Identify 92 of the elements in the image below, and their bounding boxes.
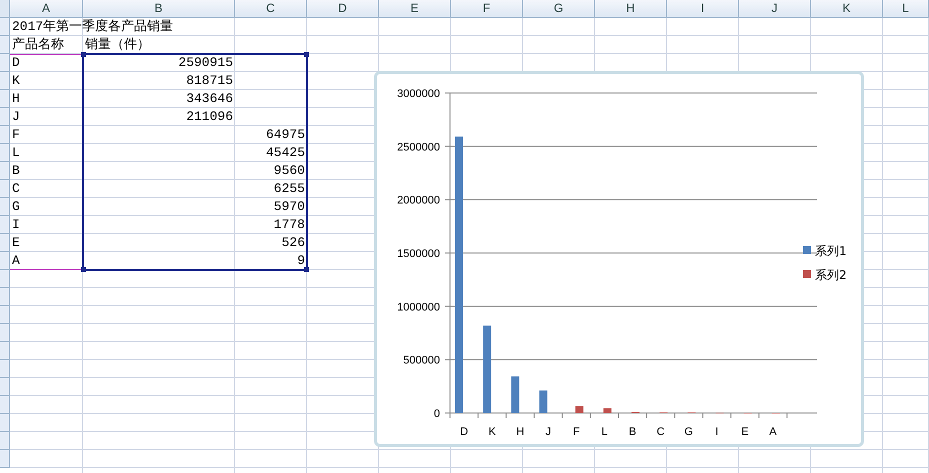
x-tick-label: D [460, 426, 468, 438]
bar [511, 376, 520, 413]
row-header[interactable] [0, 342, 10, 360]
x-tick-label: F [573, 426, 580, 438]
bar [603, 408, 612, 413]
x-tick-label: A [769, 426, 777, 438]
table-cell: F [12, 127, 20, 142]
row-header[interactable] [0, 144, 10, 162]
table-cell: 343646 [186, 91, 233, 106]
column-header[interactable]: K [811, 0, 883, 18]
column-header[interactable]: A [10, 0, 83, 18]
x-tick-label: G [684, 426, 693, 438]
column-header[interactable]: D [307, 0, 379, 18]
row-header[interactable] [0, 36, 10, 54]
y-tick-label: 2500000 [397, 141, 440, 154]
table-cell: G [12, 199, 20, 214]
row-header[interactable] [0, 360, 10, 378]
column-header[interactable]: L [883, 0, 929, 18]
table-cell: J [12, 109, 20, 124]
row-header[interactable] [0, 54, 10, 72]
legend-label: 系列1 [815, 244, 847, 258]
table-cell: L [12, 145, 20, 160]
column-header[interactable]: F [451, 0, 523, 18]
table-cell: 2590915 [178, 55, 233, 70]
x-tick-label: E [741, 426, 749, 438]
y-tick-label: 0 [434, 408, 440, 420]
x-tick-label: L [601, 426, 608, 438]
table-cell: D [12, 55, 20, 70]
table-cell: 818715 [186, 73, 233, 88]
x-tick-label: H [516, 426, 524, 438]
column-header[interactable]: I [667, 0, 739, 18]
column-header[interactable]: E [379, 0, 451, 18]
row-header[interactable] [0, 72, 10, 90]
row-header[interactable] [0, 270, 10, 288]
row-header[interactable] [0, 90, 10, 108]
column-header[interactable]: C [235, 0, 307, 18]
column-header[interactable]: B [83, 0, 235, 18]
table-cell: B [12, 163, 20, 178]
bar [539, 390, 548, 413]
row-header[interactable] [0, 252, 10, 270]
legend-label: 系列2 [815, 268, 847, 282]
column-header[interactable]: G [523, 0, 595, 18]
table-cell: 45425 [266, 145, 305, 160]
column-header[interactable]: H [595, 0, 667, 18]
row-header[interactable] [0, 324, 10, 342]
table-cell: 9560 [274, 163, 305, 178]
x-tick-label: J [546, 426, 552, 438]
x-tick-label: C [656, 426, 665, 438]
sheet-title: 2017年第一季度各产品销量 [12, 19, 174, 34]
table-cell: H [12, 91, 20, 106]
y-tick-label: 1000000 [397, 301, 440, 314]
header-cell: 产品名称 [12, 37, 64, 52]
row-header[interactable] [0, 18, 10, 36]
row-header[interactable] [0, 396, 10, 414]
row-header[interactable] [0, 234, 10, 252]
chart-frame[interactable]: 0 500000 1000000 1500000 2000000 2500000 3000000 D K H J F L B C G I E A 系列1 系列2 [374, 71, 864, 447]
table-cell: K [12, 73, 20, 88]
column-header[interactable]: J [739, 0, 811, 18]
table-cell: I [12, 217, 20, 232]
row-header[interactable] [0, 180, 10, 198]
row-header[interactable] [0, 450, 10, 468]
row-header[interactable] [0, 414, 10, 432]
x-tick-label: K [488, 426, 496, 438]
table-cell: 6255 [274, 181, 305, 196]
selection-border[interactable] [82, 53, 308, 271]
row-header[interactable] [0, 432, 10, 450]
row-header[interactable] [0, 216, 10, 234]
table-cell: 211096 [186, 109, 233, 124]
table-cell: E [12, 235, 20, 250]
y-tick-label: 500000 [403, 354, 440, 367]
row-header[interactable] [0, 288, 10, 306]
row-header[interactable] [0, 306, 10, 324]
bar [575, 406, 584, 413]
select-all-corner[interactable] [0, 0, 10, 18]
y-tick-label: 3000000 [397, 88, 440, 100]
row-header[interactable] [0, 378, 10, 396]
x-tick-label: I [715, 426, 718, 438]
table-cell: 526 [282, 235, 305, 250]
y-tick-label: 1500000 [397, 248, 440, 260]
table-cell: C [12, 181, 20, 196]
table-cell: 9 [297, 253, 305, 268]
x-tick-label: B [628, 426, 636, 438]
table-cell: A [12, 253, 20, 268]
table-cell: 64975 [266, 127, 305, 142]
y-tick-label: 2000000 [397, 194, 440, 207]
header-cell: 销量（件） [85, 37, 150, 52]
table-cell: 5970 [274, 199, 305, 214]
row-header[interactable] [0, 162, 10, 180]
row-header[interactable] [0, 108, 10, 126]
table-cell: 1778 [274, 217, 305, 232]
row-header[interactable] [0, 126, 10, 144]
row-header[interactable] [0, 198, 10, 216]
